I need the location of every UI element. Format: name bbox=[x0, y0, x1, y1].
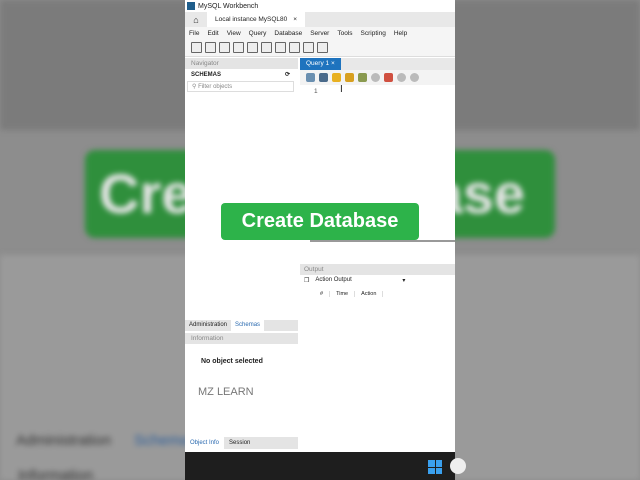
information-header: Information bbox=[185, 333, 298, 344]
explain-icon[interactable] bbox=[358, 73, 367, 82]
no-object-selected: No object selected bbox=[201, 358, 263, 365]
tab-session[interactable]: Session bbox=[224, 437, 255, 449]
inspector-icon[interactable] bbox=[219, 42, 230, 53]
output-header: Output bbox=[300, 264, 455, 275]
create-view-icon[interactable] bbox=[261, 42, 272, 53]
menu-query[interactable]: Query bbox=[249, 30, 267, 37]
workbench-logo-icon bbox=[187, 2, 195, 10]
save-icon[interactable] bbox=[319, 73, 328, 82]
menu-edit[interactable]: Edit bbox=[207, 30, 218, 37]
horizontal-scrollbar[interactable] bbox=[310, 240, 455, 242]
toggle-error-icon[interactable] bbox=[384, 73, 393, 82]
output-table-header: # Time Action bbox=[314, 291, 384, 297]
query-panel: Query 1 × 1 I Output ❐ Action Output ▾ # T… bbox=[300, 58, 455, 452]
copy-icon[interactable]: ❐ bbox=[304, 277, 309, 284]
tab-administration[interactable]: Administration bbox=[185, 320, 231, 331]
create-procedure-icon[interactable] bbox=[275, 42, 286, 53]
menu-server[interactable]: Server bbox=[310, 30, 329, 37]
tab-query-1[interactable]: Query 1 × bbox=[300, 58, 341, 70]
window-title: MySQL Workbench bbox=[198, 2, 259, 10]
menu-file[interactable]: File bbox=[189, 30, 199, 37]
search-table-data-icon[interactable] bbox=[303, 42, 314, 53]
navigator-panel: Navigator SCHEMAS ⟳ ⚲ Filter objects Admi… bbox=[185, 58, 298, 452]
navigator-header: Navigator bbox=[185, 58, 298, 69]
menu-tools[interactable]: Tools bbox=[337, 30, 352, 37]
windows-start-icon[interactable] bbox=[428, 460, 442, 474]
reconnect-icon[interactable] bbox=[317, 42, 328, 53]
close-icon[interactable]: × bbox=[293, 16, 297, 23]
output-type-select[interactable]: Action Output ▾ bbox=[315, 277, 405, 284]
watermark: MZ LEARN bbox=[198, 386, 254, 398]
query-toolbar bbox=[300, 70, 455, 85]
open-file-icon[interactable] bbox=[306, 73, 315, 82]
tab-schemas[interactable]: Schemas bbox=[231, 320, 265, 331]
connection-tab-label: Local instance MySQL80 bbox=[215, 16, 288, 23]
title-overlay: Create Database bbox=[221, 203, 419, 240]
home-icon[interactable]: ⌂ bbox=[185, 15, 207, 25]
column-action: Action bbox=[355, 291, 384, 297]
menu-bar: File Edit View Query Database Server Too… bbox=[185, 27, 455, 39]
taskbar bbox=[185, 452, 466, 480]
stop-icon[interactable] bbox=[371, 73, 380, 82]
menu-scripting[interactable]: Scripting bbox=[361, 30, 386, 37]
open-sql-script-icon[interactable] bbox=[205, 42, 216, 53]
column-number: # bbox=[314, 291, 331, 297]
main-toolbar bbox=[185, 39, 455, 57]
connection-tab[interactable]: Local instance MySQL80 × bbox=[207, 12, 306, 27]
close-icon[interactable]: × bbox=[331, 60, 335, 67]
create-schema-icon[interactable] bbox=[233, 42, 244, 53]
schemas-label: SCHEMAS bbox=[191, 72, 222, 78]
refresh-icon[interactable]: ⟳ bbox=[285, 69, 290, 81]
line-number: 1 bbox=[314, 88, 318, 95]
tab-object-info[interactable]: Object Info bbox=[185, 437, 225, 449]
menu-help[interactable]: Help bbox=[394, 30, 407, 37]
rollback-icon[interactable] bbox=[410, 73, 419, 82]
execute-icon[interactable] bbox=[332, 73, 341, 82]
taskbar-app-icon[interactable] bbox=[450, 458, 466, 474]
execute-current-icon[interactable] bbox=[345, 73, 354, 82]
create-function-icon[interactable] bbox=[289, 42, 300, 53]
column-time: Time bbox=[330, 291, 356, 297]
create-table-icon[interactable] bbox=[247, 42, 258, 53]
text-cursor-icon: I bbox=[340, 84, 343, 95]
commit-icon[interactable] bbox=[397, 73, 406, 82]
filter-objects-input[interactable]: ⚲ Filter objects bbox=[187, 81, 294, 92]
title-bar: MySQL Workbench bbox=[185, 0, 455, 12]
menu-database[interactable]: Database bbox=[274, 30, 302, 37]
new-sql-tab-icon[interactable] bbox=[191, 42, 202, 53]
menu-view[interactable]: View bbox=[227, 30, 241, 37]
